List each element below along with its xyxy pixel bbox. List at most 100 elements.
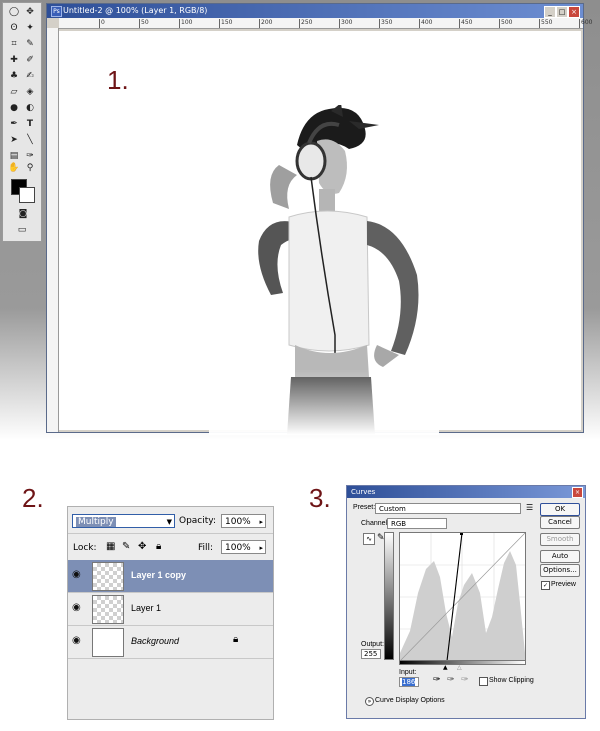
input-value: 186 [402, 678, 416, 686]
input-input[interactable]: 186 [399, 677, 419, 687]
input-label: Input: [399, 669, 417, 676]
path-selection-icon[interactable]: ➤ [7, 135, 21, 146]
fill-label: Fill: [198, 543, 214, 553]
input-slider-black-icon[interactable]: ▲ [443, 664, 448, 671]
expand-icon[interactable]: » [365, 697, 374, 706]
dialog-titlebar[interactable]: Curves × [347, 486, 585, 498]
step-1-label: 1. [107, 65, 129, 95]
paint-bucket-icon[interactable]: ◈ [23, 87, 37, 98]
preset-label: Preset: [353, 504, 376, 511]
eyedropper-icon[interactable]: ✑ [23, 151, 37, 162]
auto-button[interactable]: Auto [540, 550, 580, 563]
options-button[interactable]: Options... [540, 564, 580, 577]
white-eyedropper-icon[interactable]: ✑ [461, 675, 469, 685]
gray-eyedropper-icon[interactable]: ✑ [447, 675, 455, 685]
lasso-tool-icon[interactable]: ʘ [7, 23, 21, 34]
dodge-tool-icon[interactable]: ◐ [23, 103, 37, 114]
fill-input[interactable]: 100% ▸ [221, 540, 266, 554]
preset-options-icon[interactable]: ☰ [526, 503, 533, 512]
curve-svg [399, 532, 526, 662]
cancel-button[interactable]: Cancel [540, 516, 580, 529]
curve-graph[interactable] [399, 532, 526, 662]
layer-row-layer-1[interactable]: ◉ Layer 1 [68, 593, 273, 626]
close-button[interactable]: × [568, 6, 580, 18]
background-color-swatch[interactable] [19, 187, 35, 203]
lock-icon: 🔒︎ [233, 634, 239, 645]
lock-position-icon[interactable]: ✥ [138, 541, 146, 552]
step-2-label: 2. [22, 483, 44, 513]
healing-brush-icon[interactable]: ✚ [7, 55, 21, 66]
curve-display-options-label[interactable]: Curve Display Options [375, 697, 445, 704]
layer-name: Layer 1 [131, 603, 162, 613]
zoom-tool-icon[interactable]: ⚲ [23, 163, 37, 174]
lock-all-icon[interactable]: 🔒︎ [156, 541, 161, 552]
document-titlebar[interactable]: Ps Untitled-2 @ 100% (Layer 1, RGB/8) _ … [47, 4, 583, 18]
document-canvas[interactable]: 1. [59, 31, 581, 435]
smooth-button[interactable]: Smooth [540, 533, 580, 546]
divider [68, 533, 273, 534]
input-slider-white-icon[interactable]: △ [457, 664, 462, 671]
history-brush-icon[interactable]: ✍ [23, 71, 37, 82]
type-tool-icon[interactable]: T [23, 119, 37, 130]
layer-thumbnail [92, 595, 124, 624]
preset-select[interactable]: Custom [375, 503, 521, 514]
close-icon[interactable]: × [572, 487, 583, 498]
ruler-tick-label: 400 [419, 19, 433, 28]
eye-icon[interactable]: ◉ [72, 570, 84, 580]
document-title: Untitled-2 @ 100% (Layer 1, RGB/8) [63, 6, 208, 15]
ok-button[interactable]: OK [540, 503, 580, 516]
ruler-tick-label: 550 [539, 19, 553, 28]
quick-mask-icon[interactable]: ◙ [15, 209, 31, 220]
output-gradient-bar [384, 532, 394, 660]
maximize-button[interactable]: □ [556, 6, 568, 18]
hand-tool-icon[interactable]: ✋ [7, 163, 21, 174]
dialog-title: Curves [351, 488, 376, 496]
lock-transparency-icon[interactable]: ▦ [106, 541, 115, 552]
curve-point-icon[interactable]: ∿ [363, 533, 375, 545]
screen-mode-icon[interactable]: ▭ [13, 225, 31, 236]
layer-thumbnail [92, 628, 124, 657]
layer-row-layer-1-copy[interactable]: ◉ Layer 1 copy [68, 560, 273, 593]
blur-tool-icon[interactable]: ● [7, 103, 21, 114]
input-gradient-bar [399, 660, 526, 665]
ruler-tick-label: 0 [99, 19, 105, 28]
preset-value: Custom [379, 505, 406, 513]
brush-tool-icon[interactable]: ✐ [23, 55, 37, 66]
step-3-label: 3. [309, 483, 331, 513]
ruler-vertical[interactable] [47, 28, 59, 432]
lock-label: Lock: [73, 543, 97, 553]
ruler-tick-label: 150 [219, 19, 233, 28]
ruler-tick-label: 100 [179, 19, 193, 28]
channel-select[interactable]: RGB [387, 518, 447, 529]
notes-tool-icon[interactable]: ▤ [7, 151, 21, 162]
ruler-tick-label: 450 [459, 19, 473, 28]
ruler-horizontal[interactable]: 0 50 100 150 200 250 300 350 400 450 500 550 600 [59, 18, 592, 29]
blend-mode-select[interactable]: Multiply ▼ [72, 514, 175, 528]
marquee-tool-icon[interactable]: ◯ [7, 7, 21, 18]
curves-dialog: Curves × Preset: Custom ☰ Channel: RGB ∿… [346, 485, 586, 719]
woman-with-headphones-photo [209, 105, 439, 435]
move-tool-icon[interactable]: ✥ [23, 7, 37, 18]
ruler-tick-label: 350 [379, 19, 393, 28]
output-input[interactable]: 255 [361, 649, 381, 659]
layer-row-background[interactable]: ◉ Background 🔒︎ [68, 626, 273, 659]
ruler-tick-label: 500 [499, 19, 513, 28]
crop-tool-icon[interactable]: ⌗ [7, 39, 21, 50]
line-tool-icon[interactable]: ╲ [23, 135, 37, 146]
clone-stamp-icon[interactable]: ♣ [7, 71, 21, 82]
opacity-input[interactable]: 100% ▸ [221, 514, 266, 528]
lock-paint-icon[interactable]: ✎ [122, 541, 130, 552]
black-eyedropper-icon[interactable]: ✑ [433, 675, 441, 685]
preview-checkbox[interactable]: ✓ [541, 581, 550, 590]
eye-icon[interactable]: ◉ [72, 636, 84, 646]
minimize-button[interactable]: _ [544, 6, 556, 18]
eye-icon[interactable]: ◉ [72, 603, 84, 613]
document-window: Ps Untitled-2 @ 100% (Layer 1, RGB/8) _ … [46, 3, 592, 435]
pen-tool-icon[interactable]: ✒ [7, 119, 21, 130]
eraser-tool-icon[interactable]: ▱ [7, 87, 21, 98]
magic-wand-icon[interactable]: ✦ [23, 23, 37, 34]
ruler-tick-label: 250 [299, 19, 313, 28]
channel-label: Channel: [361, 520, 390, 527]
slice-tool-icon[interactable]: ✎ [23, 39, 37, 50]
show-clipping-checkbox[interactable] [479, 677, 488, 686]
